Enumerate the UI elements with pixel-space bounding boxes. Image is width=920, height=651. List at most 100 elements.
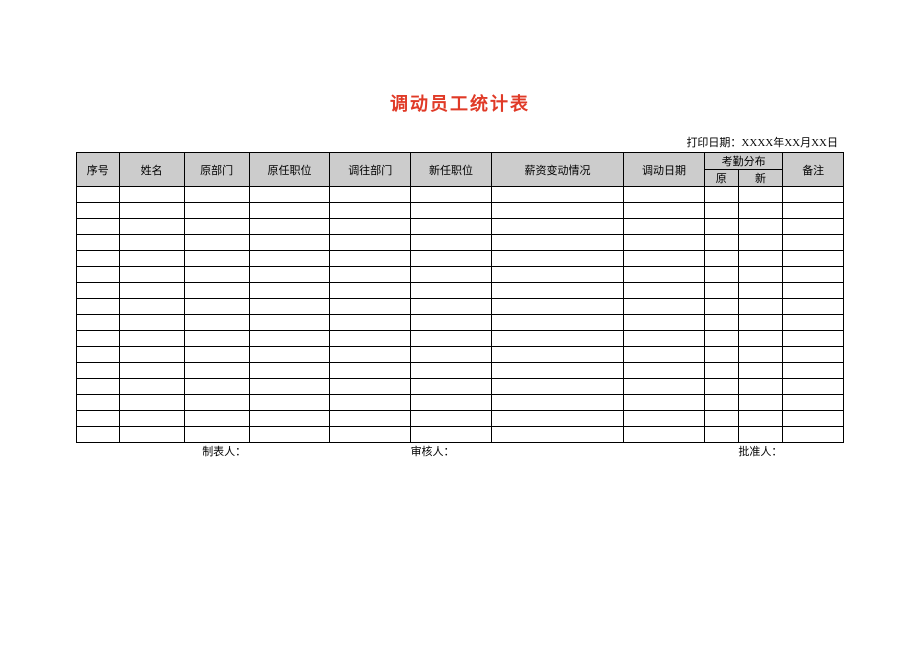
cell-salary_change [491,347,623,363]
cell-transfer_date [624,299,705,315]
col-orig-pos: 原任职位 [249,153,330,187]
cell-name [119,267,184,283]
cell-orig_pos [249,235,330,251]
table-row [77,363,844,379]
cell-seq [77,299,120,315]
table-row [77,219,844,235]
cell-orig_pos [249,395,330,411]
cell-new_dept [330,363,411,379]
cell-orig_pos [249,379,330,395]
cell-att_orig [704,235,738,251]
table-row [77,235,844,251]
cell-transfer_date [624,251,705,267]
cell-transfer_date [624,427,705,443]
cell-orig_dept [184,363,249,379]
col-salary-change: 薪资变动情况 [491,153,623,187]
cell-att_new [738,315,783,331]
cell-transfer_date [624,411,705,427]
cell-att_new [738,283,783,299]
cell-seq [77,315,120,331]
cell-new_dept [330,203,411,219]
cell-remark [783,187,844,203]
cell-remark [783,283,844,299]
cell-att_orig [704,331,738,347]
cell-salary_change [491,331,623,347]
cell-salary_change [491,219,623,235]
cell-remark [783,379,844,395]
cell-att_new [738,395,783,411]
cell-orig_pos [249,187,330,203]
cell-orig_pos [249,411,330,427]
cell-seq [77,219,120,235]
cell-salary_change [491,315,623,331]
cell-salary_change [491,283,623,299]
cell-att_new [738,347,783,363]
table-row [77,427,844,443]
cell-orig_dept [184,331,249,347]
cell-att_orig [704,219,738,235]
cell-remark [783,315,844,331]
cell-new_pos [411,219,492,235]
table-header: 序号 姓名 原部门 原任职位 调往部门 新任职位 薪资变动情况 调动日期 考勤分… [77,153,844,187]
cell-salary_change [491,363,623,379]
cell-att_new [738,219,783,235]
cell-att_orig [704,187,738,203]
cell-orig_pos [249,363,330,379]
cell-orig_dept [184,347,249,363]
cell-new_dept [330,251,411,267]
col-orig-dept: 原部门 [184,153,249,187]
cell-orig_dept [184,251,249,267]
cell-orig_pos [249,347,330,363]
cell-att_new [738,411,783,427]
cell-new_pos [411,283,492,299]
cell-att_new [738,379,783,395]
document-title: 调动员工统计表 [76,90,844,116]
table-row [77,187,844,203]
table-row [77,379,844,395]
cell-name [119,283,184,299]
cell-att_orig [704,299,738,315]
cell-transfer_date [624,283,705,299]
cell-orig_pos [249,219,330,235]
table-row [77,411,844,427]
cell-transfer_date [624,267,705,283]
cell-new_dept [330,331,411,347]
cell-orig_dept [184,187,249,203]
cell-orig_pos [249,283,330,299]
cell-remark [783,331,844,347]
cell-seq [77,331,120,347]
cell-new_pos [411,331,492,347]
cell-name [119,411,184,427]
cell-new_dept [330,427,411,443]
cell-seq [77,427,120,443]
cell-transfer_date [624,203,705,219]
col-seq: 序号 [77,153,120,187]
col-transfer-date: 调动日期 [624,153,705,187]
cell-orig_pos [249,299,330,315]
cell-new_pos [411,187,492,203]
cell-remark [783,427,844,443]
cell-seq [77,187,120,203]
cell-new_pos [411,235,492,251]
cell-new_dept [330,267,411,283]
cell-remark [783,267,844,283]
cell-orig_pos [249,251,330,267]
cell-name [119,187,184,203]
preparer-label: 制表人： [119,443,330,459]
table-row [77,267,844,283]
cell-seq [77,363,120,379]
cell-orig_pos [249,331,330,347]
cell-seq [77,411,120,427]
cell-seq [77,267,120,283]
cell-orig_dept [184,427,249,443]
cell-att_new [738,235,783,251]
cell-remark [783,363,844,379]
cell-seq [77,379,120,395]
cell-transfer_date [624,187,705,203]
transfer-table: 序号 姓名 原部门 原任职位 调往部门 新任职位 薪资变动情况 调动日期 考勤分… [76,152,844,443]
table-row [77,395,844,411]
table-row [77,251,844,267]
cell-remark [783,235,844,251]
cell-new_dept [330,283,411,299]
cell-att_orig [704,203,738,219]
